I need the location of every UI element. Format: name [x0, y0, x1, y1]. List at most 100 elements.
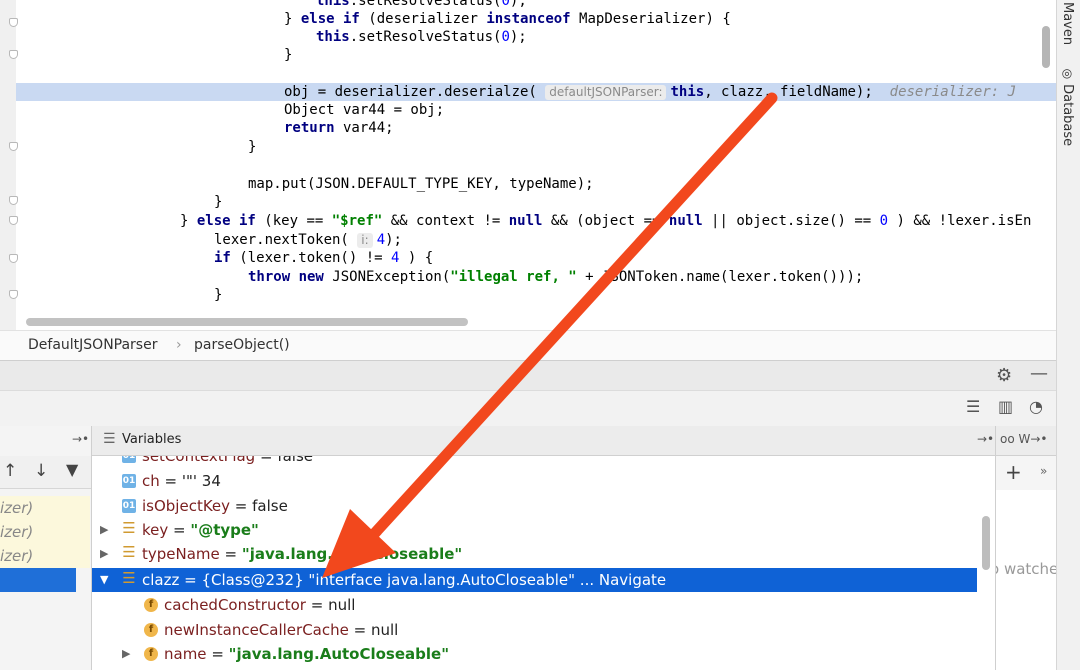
variable-text: newInstanceCallerCache = null — [164, 618, 398, 642]
code-line[interactable]: return var44; — [16, 119, 1056, 137]
database-icon: ◎ — [1060, 66, 1074, 80]
expand-arrow-icon[interactable]: ▶ — [100, 542, 108, 566]
minimize-icon[interactable]: — — [1030, 363, 1048, 384]
filter-icon[interactable]: ▼ — [66, 460, 78, 479]
collapse-arrow-icon[interactable]: ▼ — [100, 568, 108, 592]
frame-label: izer) — [0, 547, 34, 565]
variable-equals: = — [255, 456, 278, 465]
primitive-icon: 01 — [122, 499, 136, 513]
frames-toolbar: ↑ ↓ ▼ — [0, 456, 91, 489]
code-token: JSONException( — [323, 269, 451, 285]
frame-row[interactable]: izer) — [0, 520, 90, 544]
variable-equals: = — [219, 545, 242, 563]
code-line-text: } — [214, 286, 222, 304]
parameter-hint: defaultJSONParser: — [545, 85, 667, 100]
variable-row[interactable]: 01 setContextFlag = false — [92, 456, 977, 468]
code-line[interactable] — [16, 156, 1056, 174]
code-line[interactable]: this.setResolveStatus(0); — [16, 28, 1056, 46]
code-line[interactable]: map.put(JSON.DEFAULT_TYPE_KEY, typeName)… — [16, 175, 1056, 193]
code-token: instanceof — [486, 11, 571, 27]
code-token: ); — [509, 0, 527, 9]
code-token: null — [668, 213, 703, 229]
editor-horizontal-scrollbar[interactable] — [26, 318, 468, 326]
variable-row[interactable]: ▶ ☰ typeName = "java.lang.AutoCloseable" — [92, 542, 977, 566]
restore-layout-icon[interactable]: ☰ — [966, 397, 980, 416]
gear-icon[interactable]: ⚙ — [996, 365, 1012, 386]
code-line-text: if (lexer.token() != 4 ) { — [214, 249, 433, 267]
code-line[interactable]: } else if (key == "$ref" && context != n… — [16, 212, 1056, 230]
code-token: else if — [300, 11, 360, 27]
code-line[interactable]: } else if (deserializer instanceof MapDe… — [16, 10, 1056, 28]
more-icon[interactable]: » — [1040, 464, 1047, 478]
variable-row[interactable]: ▶ f name = "java.lang.AutoCloseable" — [92, 642, 977, 666]
object-icon: ☰ — [122, 569, 136, 587]
down-arrow-icon[interactable]: ↓ — [34, 461, 48, 481]
object-icon: ☰ — [122, 519, 136, 537]
frame-label: izer) — [0, 499, 34, 517]
pin-tab-icon[interactable]: →• — [72, 432, 89, 446]
variable-text: ch = '"' 34 — [142, 469, 221, 493]
maven-tab[interactable]: Maven — [1060, 2, 1075, 45]
code-line[interactable]: } — [16, 138, 1056, 156]
code-token: setResolveStatus( — [358, 0, 502, 9]
variables-scrollbar[interactable] — [982, 516, 990, 570]
frame-row[interactable]: izer) — [0, 496, 90, 520]
variable-row[interactable]: f newInstanceCallerCache = null — [92, 618, 977, 642]
add-watch-icon[interactable]: + — [1005, 460, 1022, 484]
frame-label: izer) — [0, 523, 34, 541]
variable-row[interactable]: ▶ ☰ key = "@type" — [92, 518, 977, 542]
code-token: . — [349, 0, 359, 9]
watches-glasses-icon[interactable]: oo W→• — [1000, 432, 1048, 446]
breadcrumb-method[interactable]: parseObject() — [194, 337, 290, 353]
code-line[interactable]: throw new JSONException("illegal ref, " … — [16, 268, 1056, 286]
code-line[interactable]: this.setResolveStatus(0); — [16, 0, 1056, 10]
database-tab[interactable]: ◎ Database — [1060, 66, 1075, 146]
memory-icon[interactable]: ◔ — [1029, 397, 1043, 416]
variable-row[interactable]: 01 ch = '"' 34 — [92, 469, 977, 493]
code-line[interactable]: } — [16, 193, 1056, 211]
up-arrow-icon[interactable]: ↑ — [3, 461, 17, 481]
code-line-text: this.setResolveStatus(0); — [316, 28, 527, 46]
editor-vertical-scrollbar[interactable] — [1042, 26, 1050, 68]
right-tool-strip: Maven ◎ Database — [1056, 0, 1080, 670]
code-token: MapDeserializer) { — [570, 11, 731, 27]
parameter-hint: i: — [357, 233, 373, 248]
code-line[interactable]: lexer.nextToken( i: 4); — [16, 231, 1056, 249]
code-line-text: } else if (key == "$ref" && context != n… — [180, 212, 1031, 230]
expand-arrow-icon[interactable]: ▶ — [100, 518, 108, 542]
code-line-text: } — [284, 46, 292, 64]
frame-row-selected[interactable] — [0, 568, 76, 592]
code-token: 0 — [501, 29, 510, 45]
variable-row-selected[interactable]: ▼ ☰ clazz = {Class@232} "interface java.la… — [92, 568, 977, 592]
layout-icon[interactable]: ▥ — [998, 397, 1013, 416]
variable-name: isObjectKey — [142, 497, 231, 515]
variable-row[interactable]: 01 isObjectKey = false — [92, 494, 977, 518]
breadcrumb-class[interactable]: DefaultJSONParser — [28, 337, 157, 353]
code-line[interactable]: } — [16, 46, 1056, 64]
variable-name: ch — [142, 472, 160, 490]
variable-text: key = "@type" — [142, 518, 259, 542]
code-line-current[interactable]: obj = deserializer.deserialze( defaultJS… — [16, 83, 1056, 101]
variable-text: typeName = "java.lang.AutoCloseable" — [142, 542, 462, 566]
variable-equals: = — [230, 497, 253, 515]
editor-gutter[interactable] — [0, 0, 18, 330]
code-line[interactable] — [16, 64, 1056, 82]
variable-row[interactable]: f cachedConstructor = null — [92, 593, 977, 617]
variables-tree[interactable]: 01 setContextFlag = false 01 ch = '"' 34 01 i… — [92, 456, 982, 670]
code-token: "illegal ref, " — [450, 269, 577, 285]
variable-name: key — [142, 521, 169, 539]
code-token: && context != — [382, 213, 509, 229]
maven-tab-label: Maven — [1060, 2, 1075, 46]
code-line[interactable]: } — [16, 286, 1056, 304]
code-editor[interactable]: this.setResolveStatus(0);} else if (dese… — [0, 0, 1056, 330]
code-token: (lexer.token() != — [230, 250, 392, 266]
code-line[interactable]: Object var44 = obj; — [16, 101, 1056, 119]
frame-row[interactable]: izer) — [0, 544, 90, 568]
code-area[interactable]: this.setResolveStatus(0);} else if (dese… — [16, 0, 1056, 320]
pin-tab-icon[interactable]: →• — [977, 432, 994, 446]
expand-arrow-icon[interactable]: ▶ — [122, 642, 130, 666]
variable-name: typeName — [142, 545, 220, 563]
code-token: + JSONToken.name(lexer.token())); — [576, 269, 864, 285]
code-line[interactable]: if (lexer.token() != 4 ) { — [16, 249, 1056, 267]
code-line-text: lexer.nextToken( i: 4); — [214, 231, 402, 249]
